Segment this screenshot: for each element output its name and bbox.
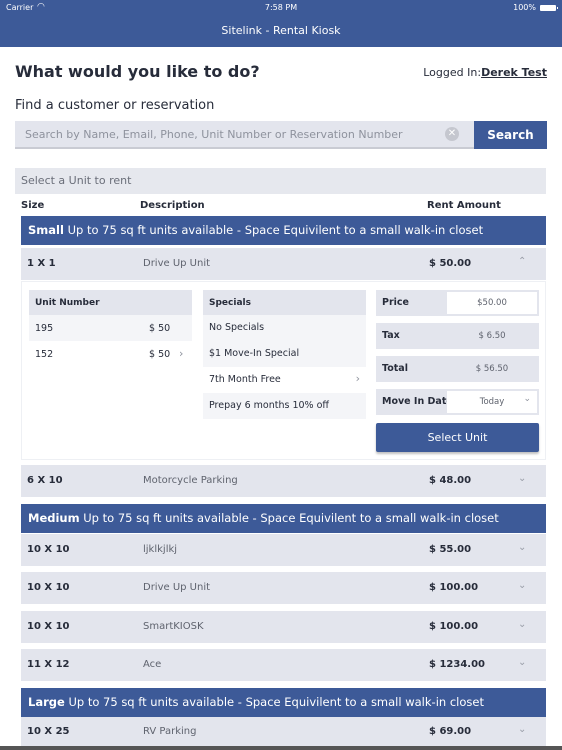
- chevron-down-icon[interactable]: ⌄: [518, 724, 526, 735]
- group-header-small: Small Up to 75 sq ft units available - S…: [21, 216, 546, 245]
- special-item[interactable]: No Specials: [203, 315, 366, 341]
- search-input[interactable]: [15, 121, 474, 149]
- search-section-label: Find a customer or reservation: [15, 98, 215, 113]
- column-header-rent: Rent Amount: [427, 200, 501, 211]
- page-title: What would you like to do?: [15, 62, 260, 81]
- price-label: Price: [382, 297, 409, 308]
- unit-row[interactable]: 10 X 10 SmartKIOSK $ 100.00 ⌄: [21, 611, 546, 643]
- select-unit-button[interactable]: Select Unit: [376, 423, 539, 452]
- total-value: $ 56.50: [475, 364, 509, 374]
- unit-rent: $ 100.00: [429, 621, 479, 632]
- unit-detail-panel: Unit Number 195 $ 50 152 $ 50 › Specials…: [21, 281, 546, 460]
- unit-size: 10 X 10: [27, 621, 70, 632]
- status-bar: Carrier ◠ 7:58 PM 100%: [0, 2, 562, 16]
- chevron-down-icon[interactable]: ⌄: [523, 394, 531, 404]
- battery-icon: [540, 5, 558, 11]
- unit-description: Drive Up Unit: [143, 258, 211, 269]
- chevron-up-icon[interactable]: ⌃: [518, 256, 526, 267]
- unit-number-list: Unit Number 195 $ 50 152 $ 50 ›: [29, 290, 192, 367]
- unit-number-item[interactable]: 195 $ 50: [29, 315, 192, 341]
- select-unit-header: Select a Unit to rent: [15, 168, 546, 194]
- unit-rent: $ 55.00: [429, 544, 472, 555]
- unit-size: 10 X 10: [27, 582, 70, 593]
- group-name: Medium: [28, 511, 80, 525]
- price-row: Price $50.00: [376, 290, 539, 316]
- special-label: 7th Month Free: [209, 374, 281, 385]
- group-description: Up to 75 sq ft units available - Space E…: [83, 511, 499, 525]
- clear-icon[interactable]: ✕: [445, 127, 459, 141]
- unit-row[interactable]: 6 X 10 Motorcycle Parking $ 48.00 ⌄: [21, 465, 546, 497]
- unit-description: Ace: [143, 659, 162, 670]
- navigation-bar: Carrier ◠ 7:58 PM 100% Sitelink - Rental…: [0, 0, 562, 47]
- move-in-date-label: Move In Date: [382, 396, 453, 407]
- logged-in-info: Logged In:Derek Test: [423, 66, 547, 79]
- chevron-down-icon[interactable]: ⌄: [518, 542, 526, 553]
- tax-row: Tax $ 6.50: [376, 323, 539, 349]
- app-title: Sitelink - Rental Kiosk: [221, 24, 341, 37]
- group-description: Up to 75 sq ft units available - Space E…: [67, 223, 484, 237]
- clock: 7:58 PM: [264, 3, 298, 12]
- column-headers: Size Description Rent Amount: [21, 200, 546, 214]
- special-item[interactable]: $1 Move-In Special: [203, 341, 366, 367]
- unit-rent: $ 100.00: [429, 582, 479, 593]
- pricing-panel: Price $50.00 Tax $ 6.50 Total $ 56.50 Mo…: [376, 290, 539, 452]
- tax-value: $ 6.50: [478, 331, 506, 341]
- column-header-size: Size: [21, 200, 45, 211]
- move-in-date-row: Move In Date Today ⌄: [376, 389, 539, 415]
- chevron-right-icon: ›: [179, 347, 184, 360]
- unit-row[interactable]: 11 X 12 Ace $ 1234.00 ⌄: [21, 649, 546, 681]
- price-field[interactable]: $50.00: [447, 292, 537, 314]
- unit-description: SmartKIOSK: [143, 621, 204, 632]
- specials-header: Specials: [203, 290, 366, 315]
- unit-row[interactable]: 10 X 25 RV Parking $ 69.00 ⌄: [21, 717, 546, 746]
- logged-in-label: Logged In:: [423, 66, 482, 79]
- unit-number-item[interactable]: 152 $ 50 ›: [29, 341, 192, 367]
- unit-description: ljklkjlkj: [143, 544, 178, 555]
- battery-percent: 100%: [513, 3, 536, 12]
- unit-size: 1 X 1: [27, 258, 56, 269]
- tax-label: Tax: [382, 330, 400, 341]
- group-description: Up to 75 sq ft units available - Space E…: [68, 695, 484, 709]
- move-in-date-value: Today: [479, 397, 505, 407]
- search-bar: ✕ Search: [15, 121, 547, 149]
- group-header-medium: Medium Up to 75 sq ft units available - …: [21, 504, 546, 533]
- unit-rent: $ 69.00: [429, 726, 472, 737]
- unit-rent: $ 48.00: [429, 475, 472, 486]
- unit-size: 10 X 10: [27, 544, 70, 555]
- unit-description: Motorcycle Parking: [143, 475, 238, 486]
- chevron-down-icon[interactable]: ⌄: [518, 657, 526, 668]
- unit-row[interactable]: 1 X 1 Drive Up Unit $ 50.00 ⌃: [21, 248, 546, 280]
- search-button[interactable]: Search: [474, 121, 547, 149]
- bottom-border: [0, 746, 562, 750]
- special-item-selected[interactable]: 7th Month Free ›: [203, 367, 366, 393]
- unit-number-header: Unit Number: [29, 290, 192, 315]
- unit-rent: $ 50.00: [429, 258, 472, 269]
- total-row: Total $ 56.50: [376, 356, 539, 382]
- chevron-right-icon: ›: [355, 372, 360, 385]
- chevron-down-icon[interactable]: ⌄: [518, 619, 526, 630]
- specials-list: Specials No Specials $1 Move-In Special …: [203, 290, 366, 419]
- unit-row[interactable]: 10 X 10 ljklkjlkj $ 55.00 ⌄: [21, 534, 546, 566]
- unit-number: 152: [35, 349, 54, 360]
- chevron-down-icon[interactable]: ⌄: [518, 473, 526, 484]
- unit-size: 6 X 10: [27, 475, 63, 486]
- group-name: Small: [28, 223, 64, 237]
- unit-description: RV Parking: [143, 726, 197, 737]
- unit-row[interactable]: 10 X 10 Drive Up Unit $ 100.00 ⌄: [21, 572, 546, 604]
- unit-size: 10 X 25: [27, 726, 70, 737]
- unit-rent: $ 1234.00: [429, 659, 485, 670]
- chevron-down-icon[interactable]: ⌄: [518, 580, 526, 591]
- unit-size: 11 X 12: [27, 659, 70, 670]
- unit-amount: $ 50: [149, 323, 171, 334]
- unit-description: Drive Up Unit: [143, 582, 211, 593]
- user-name-link[interactable]: Derek Test: [481, 66, 547, 79]
- group-name: Large: [28, 695, 65, 709]
- group-header-large: Large Up to 75 sq ft units available - S…: [21, 688, 546, 717]
- unit-amount: $ 50: [149, 349, 171, 360]
- column-header-description: Description: [140, 200, 205, 211]
- special-item[interactable]: Prepay 6 months 10% off: [203, 393, 366, 419]
- unit-number: 195: [35, 323, 54, 334]
- total-label: Total: [382, 363, 408, 374]
